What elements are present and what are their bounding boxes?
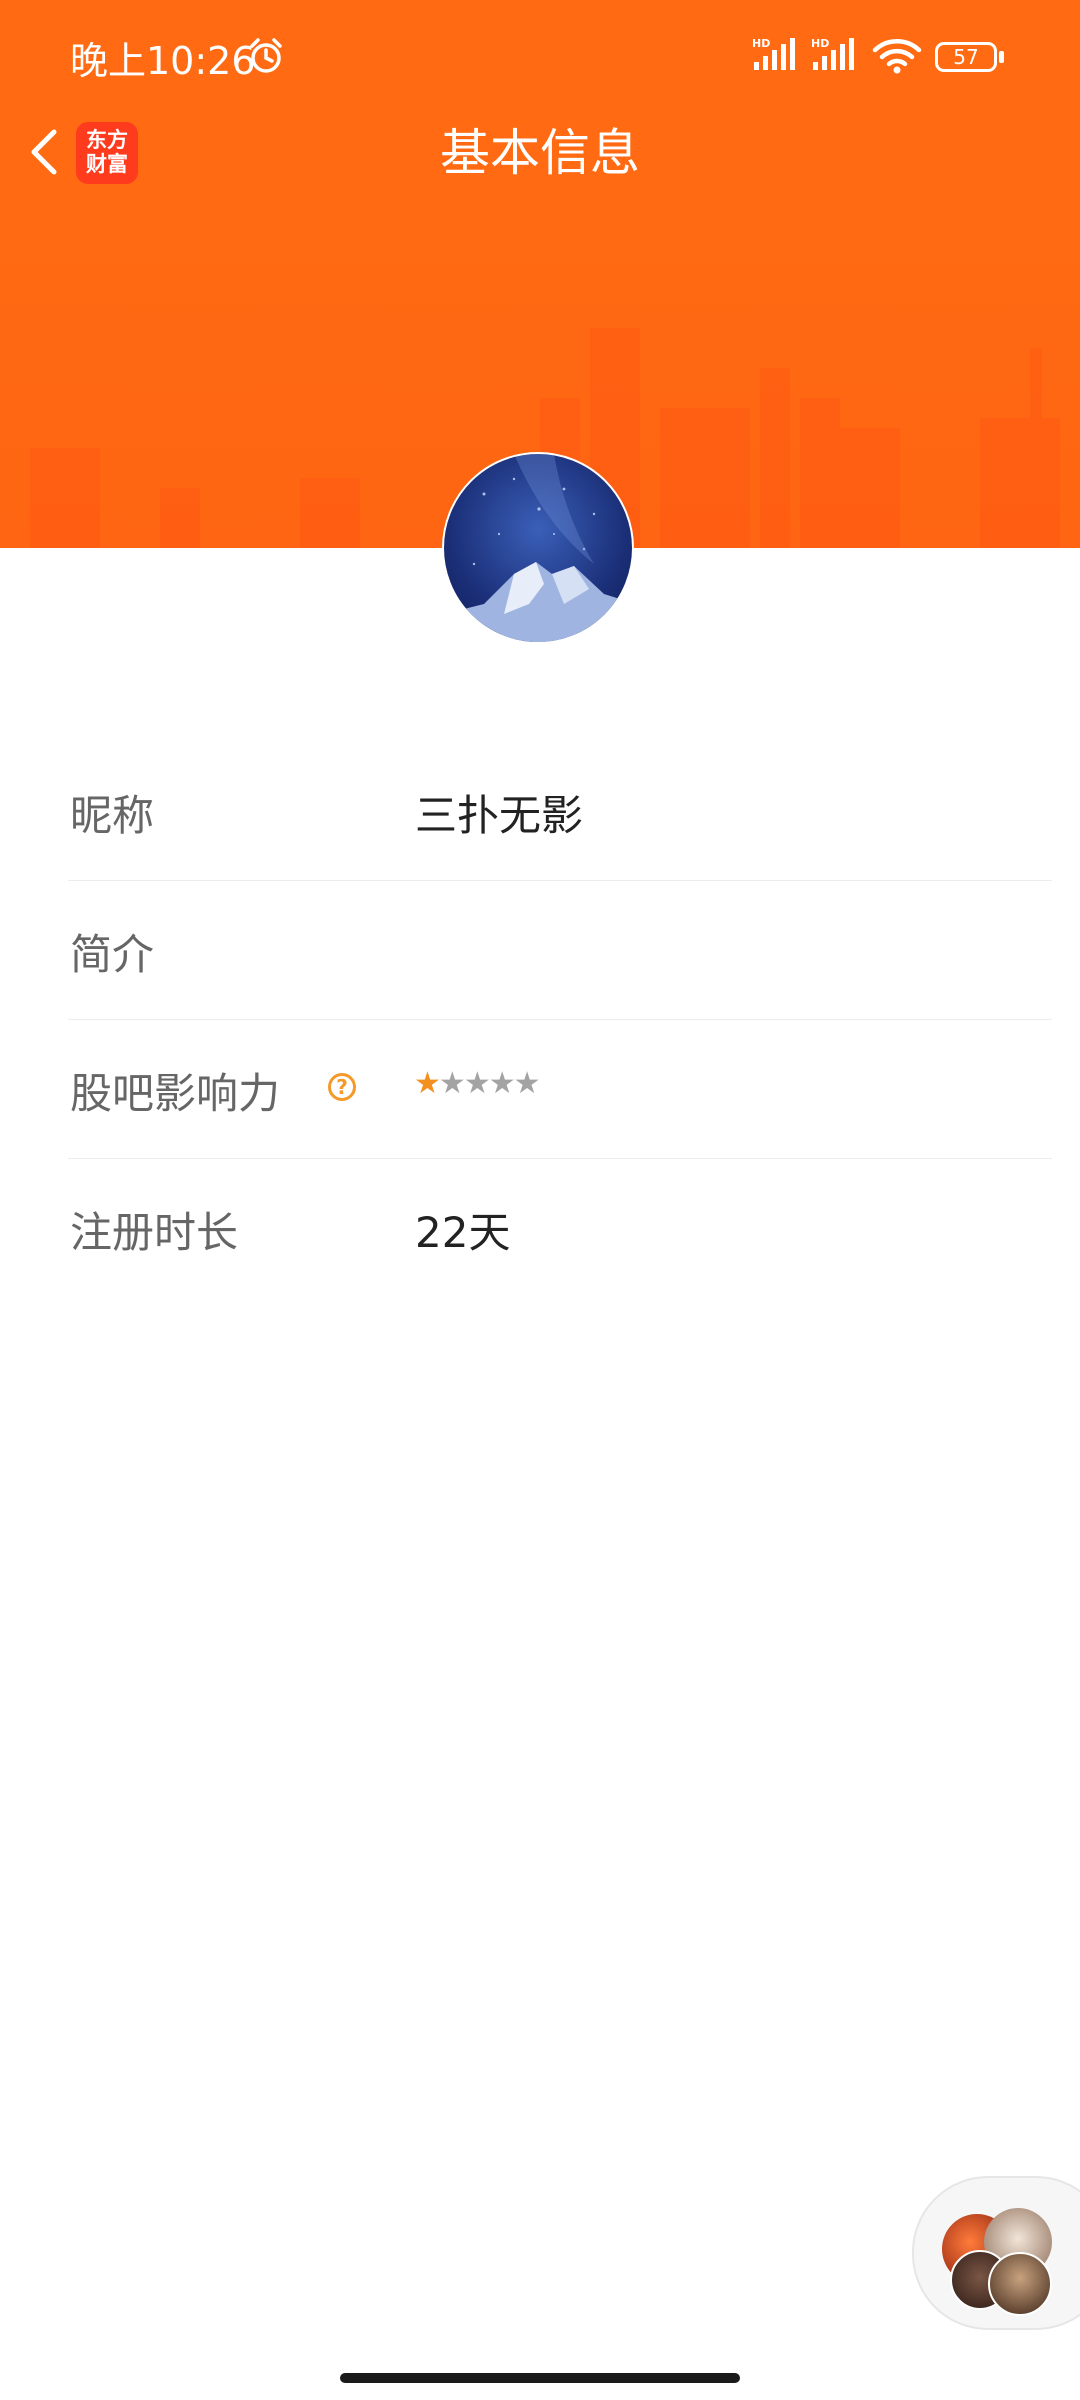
star-icon-empty: ★ <box>513 1066 541 1101</box>
registration-duration-label: 注册时长 <box>70 1208 239 1257</box>
star-icon-empty: ★ <box>488 1066 516 1101</box>
star-icon-filled: ★ <box>414 1066 441 1101</box>
avatar-image <box>444 454 632 642</box>
wifi-icon <box>872 39 922 74</box>
status-bar: 晚上10:26 HD HD 57 <box>0 0 1080 110</box>
widget-avatar-image <box>988 2252 1052 2316</box>
floating-live-widget[interactable] <box>912 2176 1080 2330</box>
star-icon-empty: ★ <box>438 1066 466 1101</box>
home-indicator[interactable] <box>340 2373 740 2383</box>
influence-row: 股吧影响力 ? ★★★★★ <box>68 1020 1052 1159</box>
svg-text:HD: HD <box>811 37 829 50</box>
status-time: 晚上10:26 <box>70 39 256 83</box>
influence-label: 股吧影响力 <box>70 1069 281 1118</box>
nickname-label: 昵称 <box>70 791 155 840</box>
alarm-clock-icon <box>250 38 282 73</box>
cellular-signal-icon: HD <box>752 37 795 70</box>
influence-rating: ★★★★★ <box>414 1066 541 1101</box>
bio-label: 简介 <box>70 930 155 979</box>
registration-duration-row: 注册时长 22天 <box>68 1159 1052 1297</box>
page-title: 基本信息 <box>440 124 640 182</box>
battery-icon: 57 <box>935 42 997 72</box>
question-circle-icon[interactable]: ? <box>328 1073 356 1101</box>
nickname-value: 三扑无影 <box>415 791 584 840</box>
bio-row[interactable]: 简介 <box>68 881 1052 1020</box>
battery-level: 57 <box>953 45 979 69</box>
registration-duration-value: 22天 <box>415 1208 511 1257</box>
avatar[interactable] <box>442 452 634 644</box>
nickname-row[interactable]: 昵称 三扑无影 <box>68 742 1052 881</box>
star-icon-empty: ★ <box>463 1066 491 1101</box>
profile-info-list: 昵称 三扑无影 简介 股吧影响力 ? ★★★★★ 注册时长 22天 <box>68 742 1052 1297</box>
svg-text:HD: HD <box>752 37 770 50</box>
battery-tip <box>999 51 1004 63</box>
cellular-signal-icon: HD <box>811 37 854 70</box>
